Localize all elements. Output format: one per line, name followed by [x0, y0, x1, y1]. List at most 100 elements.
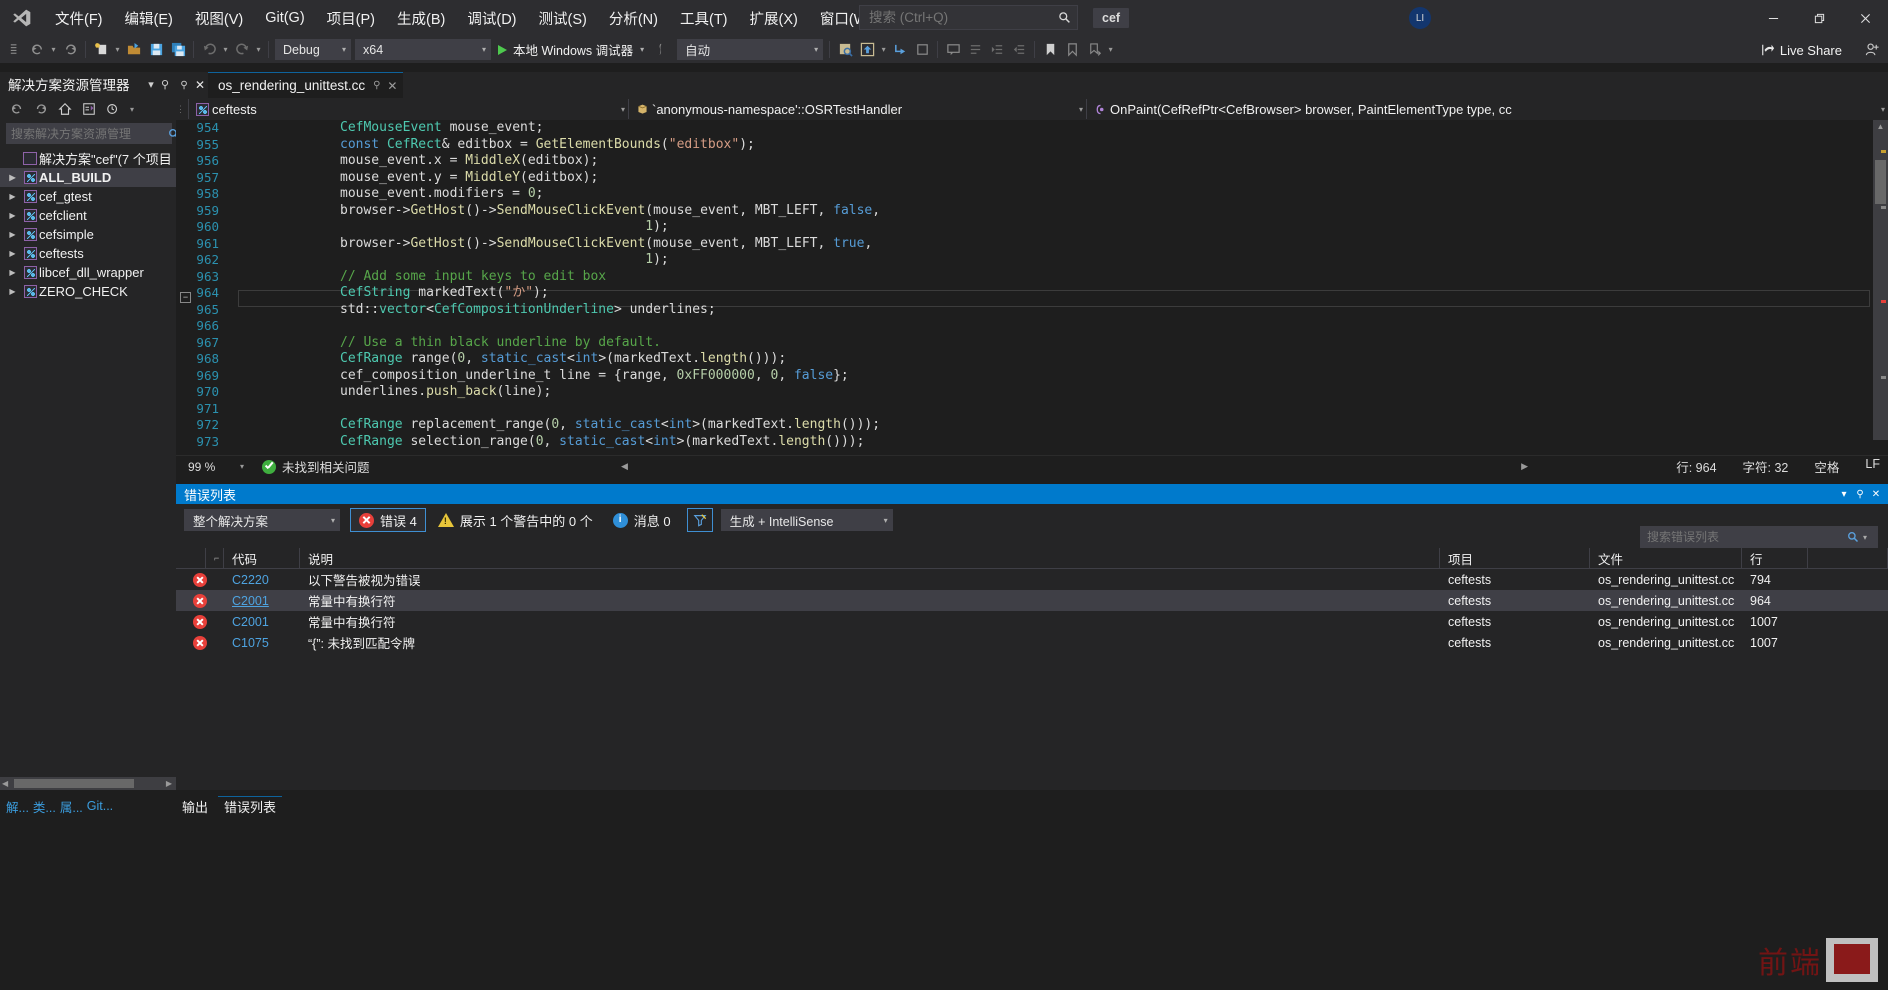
pin-icon[interactable]: ⚲ — [373, 80, 380, 91]
quick-search-input[interactable] — [860, 9, 1051, 26]
table-row[interactable]: C2001 常量中有换行符 ceftests os_rendering_unit… — [176, 611, 1888, 632]
build-intellisense-combo[interactable]: 生成 + IntelliSense ▾ — [720, 509, 893, 531]
sidebar-item-all-build[interactable]: ▶ ALL_BUILD — [0, 168, 176, 187]
menu-build[interactable]: 生成(B) — [386, 0, 456, 36]
sidebar-item-cefsimple[interactable]: ▶ cefsimple — [0, 225, 176, 244]
step-over-icon[interactable] — [911, 38, 933, 62]
table-row[interactable]: C2220 以下警告被视为错误 ceftests os_rendering_un… — [176, 569, 1888, 590]
open-file-icon[interactable] — [123, 38, 145, 62]
solution-horizontal-scrollbar[interactable]: ◀ ▶ — [0, 777, 176, 790]
solution-platform-combo[interactable]: x64 ▾ — [355, 39, 491, 60]
chevron-down-icon[interactable]: ▾ — [1863, 533, 1877, 542]
tab-solution-explorer[interactable]: 解... — [6, 797, 29, 816]
sidebar-item-zero-check[interactable]: ▶ ZERO_CHECK — [0, 282, 176, 301]
back-icon[interactable] — [6, 98, 28, 120]
row-code-link[interactable]: C2220 — [232, 573, 269, 587]
scroll-right-icon[interactable]: ▶ — [166, 779, 172, 788]
scroll-up-icon[interactable]: ▲ — [1873, 120, 1888, 133]
sidebar-item-cefclient[interactable]: ▶ cefclient — [0, 206, 176, 225]
error-scope-combo[interactable]: 整个解决方案 ▾ — [184, 509, 340, 531]
solution-root-node[interactable]: 解决方案"cef"(7 个项目 — [0, 149, 176, 168]
row-code[interactable]: C2001 — [224, 615, 300, 629]
live-preview-icon[interactable] — [856, 38, 878, 62]
nav-project-combo[interactable]: ceftests ▾ — [188, 99, 628, 119]
chevron-down-icon[interactable]: ▾ — [144, 78, 158, 91]
tab-properties[interactable]: 属... — [60, 797, 83, 816]
header-line[interactable]: 行 — [1742, 547, 1808, 569]
pending-changes-icon[interactable] — [102, 98, 124, 120]
nav-type-combo[interactable]: `anonymous-namespace'::OSRTestHandler ▾ — [628, 99, 1086, 119]
chevron-right-icon[interactable]: ▶ — [4, 249, 21, 258]
scroll-left-icon[interactable]: ◀ — [621, 461, 628, 472]
forward-icon[interactable] — [30, 98, 52, 120]
live-share-button[interactable]: Live Share — [1761, 40, 1842, 60]
table-row[interactable]: C2001 常量中有换行符 ceftests os_rendering_unit… — [176, 590, 1888, 611]
row-code-link[interactable]: C2001 — [232, 594, 269, 608]
solution-view-icon[interactable] — [78, 98, 100, 120]
tab-error-list[interactable]: 错误列表 — [218, 796, 283, 816]
chevron-down-icon[interactable]: ▾ — [126, 98, 138, 120]
indent-icon[interactable] — [986, 38, 1008, 62]
menu-test[interactable]: 测试(S) — [528, 0, 598, 36]
menu-analyze[interactable]: 分析(N) — [598, 0, 669, 36]
menu-extensions[interactable]: 扩展(X) — [739, 0, 809, 36]
menu-project[interactable]: 项目(P) — [316, 0, 386, 36]
menu-file[interactable]: 文件(F) — [44, 0, 114, 36]
restore-button[interactable] — [1796, 0, 1842, 36]
clear-filter-button[interactable] — [686, 508, 713, 532]
undo-dropdown-icon[interactable]: ▾ — [220, 38, 231, 62]
solution-search-input[interactable] — [7, 125, 168, 142]
menu-git[interactable]: Git(G) — [254, 0, 315, 36]
header-project[interactable]: 项目 — [1440, 547, 1590, 569]
add-collaborator-icon[interactable] — [1865, 42, 1880, 62]
hot-reload-icon[interactable] — [649, 38, 671, 62]
chevron-right-icon[interactable]: ▶ — [4, 173, 21, 182]
scrollbar-thumb[interactable] — [14, 779, 134, 788]
redo-dropdown-icon[interactable]: ▾ — [253, 38, 264, 62]
table-row[interactable]: C1075 “{”: 未找到匹配令牌 ceftests os_rendering… — [176, 632, 1888, 653]
chevron-right-icon[interactable]: ▶ — [4, 230, 21, 239]
chevron-right-icon[interactable]: ▶ — [4, 287, 21, 296]
minimize-button[interactable] — [1750, 0, 1796, 36]
sidebar-item-ceftests[interactable]: ▶ ceftests — [0, 244, 176, 263]
header-description[interactable]: 说明 — [300, 547, 1440, 569]
tab-class-view[interactable]: 类... — [33, 797, 56, 816]
warnings-filter-button[interactable]: 展示 1 个警告中的 0 个 — [430, 508, 601, 532]
solution-configuration-combo[interactable]: Debug ▾ — [275, 39, 351, 60]
tab-list-pin-icon[interactable]: ⚲ — [176, 80, 192, 91]
navigate-backward-dropdown-icon[interactable]: ▾ — [48, 38, 59, 62]
scroll-left-icon[interactable]: ◀ — [2, 779, 8, 788]
home-icon[interactable] — [54, 98, 76, 120]
menu-debug[interactable]: 调试(D) — [456, 0, 527, 36]
row-code[interactable]: C1075 — [224, 636, 300, 650]
row-code-link[interactable]: C2001 — [232, 615, 269, 629]
chevron-right-icon[interactable]: ▶ — [4, 192, 21, 201]
new-project-dropdown-icon[interactable]: ▾ — [112, 38, 123, 62]
code-editor[interactable]: − 954 CefMouseEvent mouse_event; 955 const… — [176, 120, 1888, 455]
uncomment-icon[interactable] — [964, 38, 986, 62]
row-code-link[interactable]: C1075 — [232, 636, 269, 650]
chevron-right-icon[interactable]: ▶ — [4, 211, 21, 220]
chevron-down-icon[interactable]: ▾ — [633, 45, 644, 54]
navigate-forward-icon[interactable] — [59, 38, 81, 62]
errors-filter-button[interactable]: 错误 4 — [350, 508, 426, 532]
chevron-right-icon[interactable]: ▶ — [4, 268, 21, 277]
messages-filter-button[interactable]: 消息 0 — [605, 508, 679, 532]
row-code[interactable]: C2220 — [224, 573, 300, 587]
menu-edit[interactable]: 编辑(E) — [114, 0, 184, 36]
zoom-combo[interactable]: 99 % ▾ — [182, 457, 248, 476]
save-icon[interactable] — [145, 38, 167, 62]
debug-target-combo[interactable]: 自动 ▾ — [677, 39, 824, 60]
menu-view[interactable]: 视图(V) — [184, 0, 254, 36]
navigate-backward-icon[interactable] — [26, 38, 48, 62]
header-code[interactable]: 代码 — [224, 547, 300, 569]
close-icon[interactable]: ✕ — [387, 79, 397, 93]
header-file[interactable]: 文件 — [1590, 547, 1742, 569]
scroll-right-icon[interactable]: ▶ — [1521, 461, 1528, 472]
drag-handle[interactable]: ⋮⋮ — [176, 104, 193, 115]
nav-member-combo[interactable]: OnPaint(CefRefPtr<CefBrowser> browser, P… — [1086, 99, 1888, 119]
close-button[interactable] — [1842, 0, 1888, 36]
bookmark-dropdown-icon[interactable]: ▾ — [1105, 38, 1116, 62]
live-preview-dropdown-icon[interactable]: ▾ — [878, 38, 889, 62]
quick-search-box[interactable] — [859, 5, 1078, 30]
